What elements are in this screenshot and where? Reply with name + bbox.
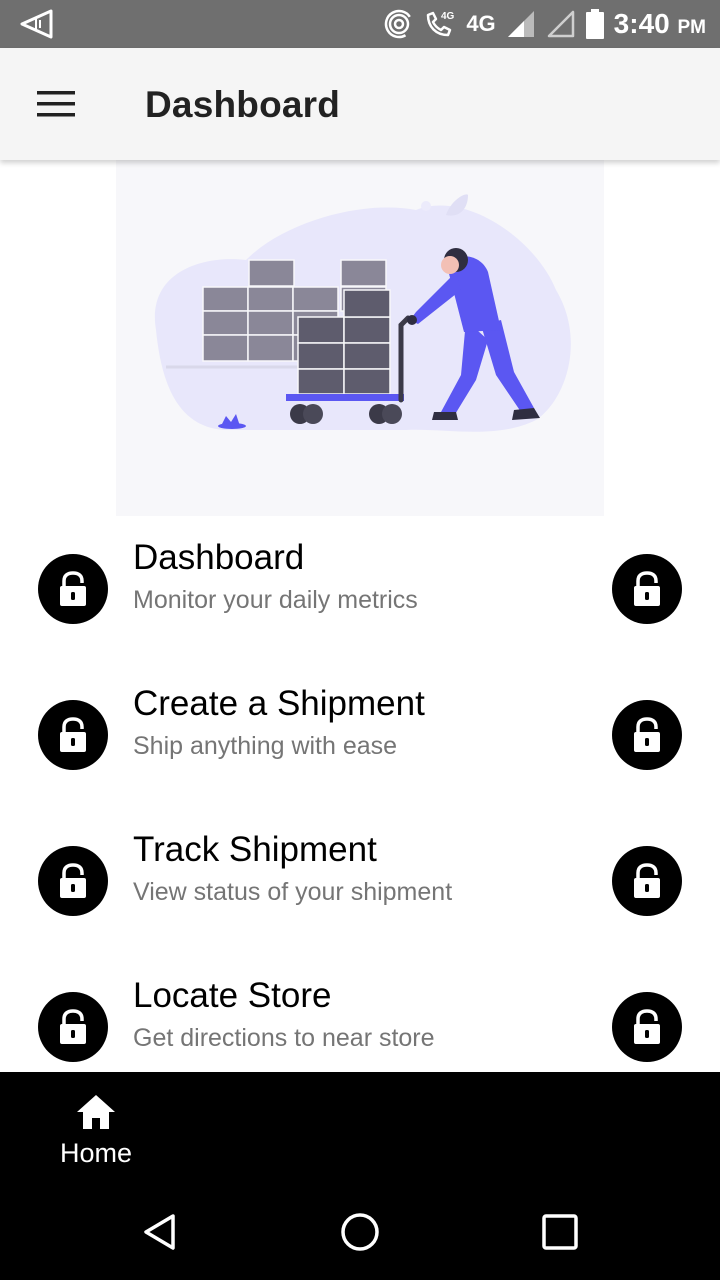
hero-illustration (116, 160, 604, 516)
clock-time: 3:40 (613, 8, 670, 39)
lock-open-icon (38, 992, 108, 1062)
lock-open-icon[interactable] (612, 992, 682, 1062)
list-item-dashboard[interactable]: Dashboard Monitor your daily metrics (0, 516, 720, 662)
navigation-icon (20, 9, 53, 39)
item-subtitle: View status of your shipment (133, 878, 453, 906)
recents-button[interactable] (536, 1208, 584, 1256)
menu-button[interactable] (28, 82, 84, 126)
lock-open-glyph (60, 863, 86, 898)
volte-call-icon: 4G (427, 11, 455, 37)
page-title: Dashboard (145, 84, 341, 125)
lock-open-glyph (634, 571, 660, 606)
item-subtitle: Monitor your daily metrics (133, 586, 418, 614)
battery-icon (585, 9, 604, 39)
bottom-navigation: Home (0, 1072, 720, 1182)
lock-open-icon (38, 846, 108, 916)
lock-open-icon (38, 554, 108, 624)
list-item-locate-store[interactable]: Locate Store Get directions to near stor… (0, 954, 720, 1072)
app-bar: Dashboard (0, 48, 720, 160)
list-item-create-shipment[interactable]: Create a Shipment Ship anything with eas… (0, 662, 720, 808)
lock-open-glyph (634, 1009, 660, 1044)
list-item-track-shipment[interactable]: Track Shipment View status of your shipm… (0, 808, 720, 954)
lock-open-glyph (60, 571, 86, 606)
hamburger-menu-icon (37, 91, 75, 117)
item-subtitle: Ship anything with ease (133, 732, 398, 760)
item-title: Dashboard (133, 538, 305, 577)
back-icon (144, 1214, 175, 1250)
clock: 3:40 PM (614, 8, 706, 40)
item-title: Locate Store (133, 976, 332, 1015)
system-navigation-bar (0, 1182, 720, 1280)
recents-icon (542, 1214, 578, 1250)
hotspot-icon (385, 9, 414, 39)
feature-list: Dashboard Monitor your daily metrics Cre… (0, 516, 720, 1072)
home-icon (77, 1095, 115, 1129)
clock-ampm: PM (677, 17, 707, 38)
lock-open-icon[interactable] (612, 554, 682, 624)
lock-open-icon[interactable] (612, 846, 682, 916)
warehouse-worker-pushing-cart-illustration (154, 194, 571, 432)
home-circle-icon (341, 1213, 379, 1251)
lock-open-glyph (60, 1009, 86, 1044)
item-subtitle: Get directions to near store (133, 1024, 435, 1052)
back-button[interactable] (136, 1208, 184, 1256)
tab-home-label: Home (59, 1138, 133, 1168)
status-icons: 4G 4G 3:40 PM (384, 0, 706, 48)
network-type: 4G (466, 11, 496, 36)
home-system-button[interactable] (336, 1208, 384, 1256)
item-title: Create a Shipment (133, 684, 425, 723)
lock-open-glyph (60, 717, 86, 752)
lock-open-icon[interactable] (612, 700, 682, 770)
item-title: Track Shipment (133, 830, 377, 869)
lock-open-glyph (634, 717, 660, 752)
signal-empty-icon (547, 10, 574, 38)
status-bar: 4G 4G 3:40 PM (0, 0, 720, 48)
lock-open-glyph (634, 863, 660, 898)
signal-icon (507, 11, 534, 37)
svg-text:4G: 4G (441, 11, 455, 22)
lock-open-icon (38, 700, 108, 770)
tab-home[interactable]: Home (50, 1092, 142, 1172)
